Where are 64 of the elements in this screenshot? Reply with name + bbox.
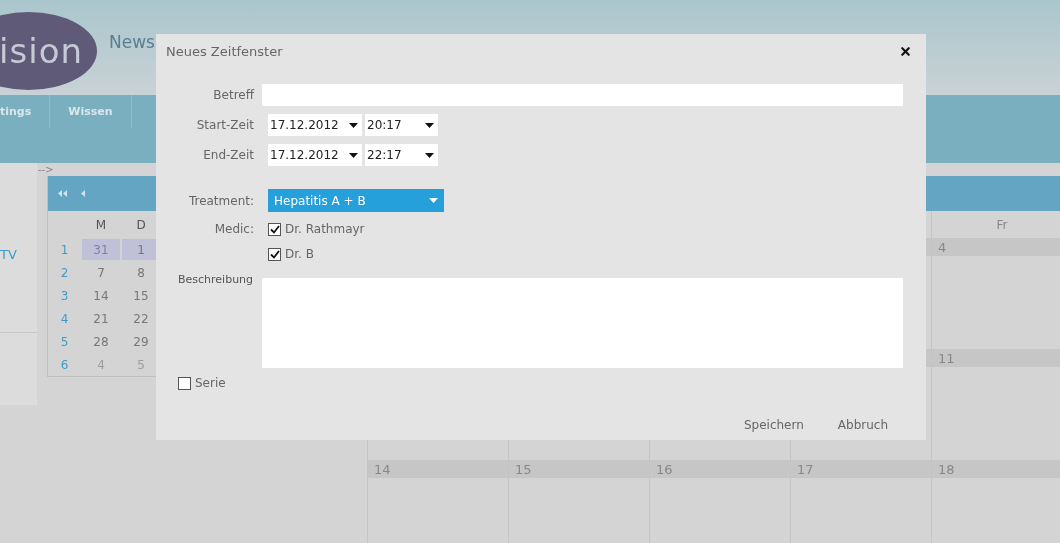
first-page-icon[interactable] bbox=[58, 190, 67, 197]
day-cell[interactable]: 14 bbox=[82, 285, 120, 306]
day-number: 16 bbox=[649, 460, 790, 478]
caret-icon bbox=[425, 152, 434, 158]
week-number: 5 bbox=[59, 334, 70, 349]
day-cell[interactable]: 28 bbox=[82, 331, 120, 352]
day-cell[interactable]: 29 bbox=[122, 331, 160, 352]
checkbox-label: Dr. B bbox=[285, 247, 314, 261]
date-dropdown[interactable]: 17.12.2012 bbox=[268, 144, 362, 166]
field-label: Medic: bbox=[213, 222, 254, 236]
news-link[interactable]: News bbox=[109, 32, 155, 52]
nav-item[interactable]: Wissen bbox=[50, 95, 132, 128]
day-number: 11 bbox=[931, 349, 1060, 367]
time-dropdown[interactable]: 20:17 bbox=[365, 114, 438, 136]
day-cell[interactable]: 4 bbox=[82, 354, 120, 375]
week-number: 2 bbox=[59, 265, 70, 280]
field-label: End-Zeit bbox=[202, 148, 254, 162]
arrow-text: --> bbox=[38, 164, 55, 176]
day-cell[interactable]: 21 bbox=[82, 308, 120, 329]
day-cell[interactable]: 7 bbox=[82, 262, 120, 283]
check-icon bbox=[269, 224, 280, 234]
description-field[interactable] bbox=[262, 278, 903, 368]
date-dropdown[interactable]: 17.12.2012 bbox=[268, 114, 362, 136]
day-number: 4 bbox=[931, 238, 1060, 256]
checkbox[interactable] bbox=[268, 247, 281, 261]
checkbox-label: Dr. Rathmayr bbox=[285, 222, 365, 236]
caret-icon bbox=[349, 122, 358, 128]
day-cell[interactable]: 31 bbox=[82, 239, 120, 260]
treatment-dropdown[interactable]: Hepatitis A + B bbox=[268, 189, 444, 212]
dialog-title: Neues Zeitfenster bbox=[166, 43, 283, 59]
day-cell[interactable]: 22 bbox=[122, 308, 160, 329]
day-number: 14 bbox=[367, 460, 508, 478]
dialog-button[interactable]: Abbruch bbox=[837, 414, 888, 436]
day-cell[interactable]: 8 bbox=[122, 262, 160, 283]
day-cell[interactable]: 5 bbox=[122, 354, 160, 375]
weekday-header: D bbox=[135, 217, 147, 232]
check-icon bbox=[269, 249, 280, 259]
time-dropdown[interactable]: 22:17 bbox=[365, 144, 438, 166]
input-field[interactable] bbox=[262, 84, 903, 106]
day-number: 15 bbox=[508, 460, 649, 478]
field-label: Start-Zeit bbox=[195, 118, 254, 132]
day-number: 18 bbox=[931, 460, 1060, 478]
field-label: Beschreibung bbox=[177, 273, 255, 286]
weekday-header: M bbox=[94, 217, 108, 232]
sidebar-item[interactable]: TV bbox=[0, 247, 17, 262]
logo: ision bbox=[0, 12, 97, 90]
checkbox[interactable] bbox=[268, 222, 281, 236]
caret-icon bbox=[429, 198, 438, 203]
dialog-button[interactable]: Speichern bbox=[743, 414, 804, 436]
caret-icon bbox=[425, 122, 434, 128]
nav-item[interactable]: tings bbox=[0, 95, 51, 128]
checkbox[interactable] bbox=[178, 376, 191, 390]
previous-icon[interactable] bbox=[81, 190, 85, 197]
day-cell[interactable]: 15 bbox=[122, 285, 160, 306]
week-number: 6 bbox=[59, 357, 70, 372]
checkbox-label: Serie bbox=[195, 376, 226, 390]
week-number: 3 bbox=[59, 288, 70, 303]
day-number: 17 bbox=[790, 460, 931, 478]
week-number: 4 bbox=[59, 311, 70, 326]
close-icon[interactable] bbox=[899, 44, 912, 58]
field-label: Treatment: bbox=[187, 194, 254, 208]
week-number: 1 bbox=[59, 242, 70, 257]
caret-icon bbox=[349, 152, 358, 158]
field-label: Betreff bbox=[212, 88, 254, 102]
